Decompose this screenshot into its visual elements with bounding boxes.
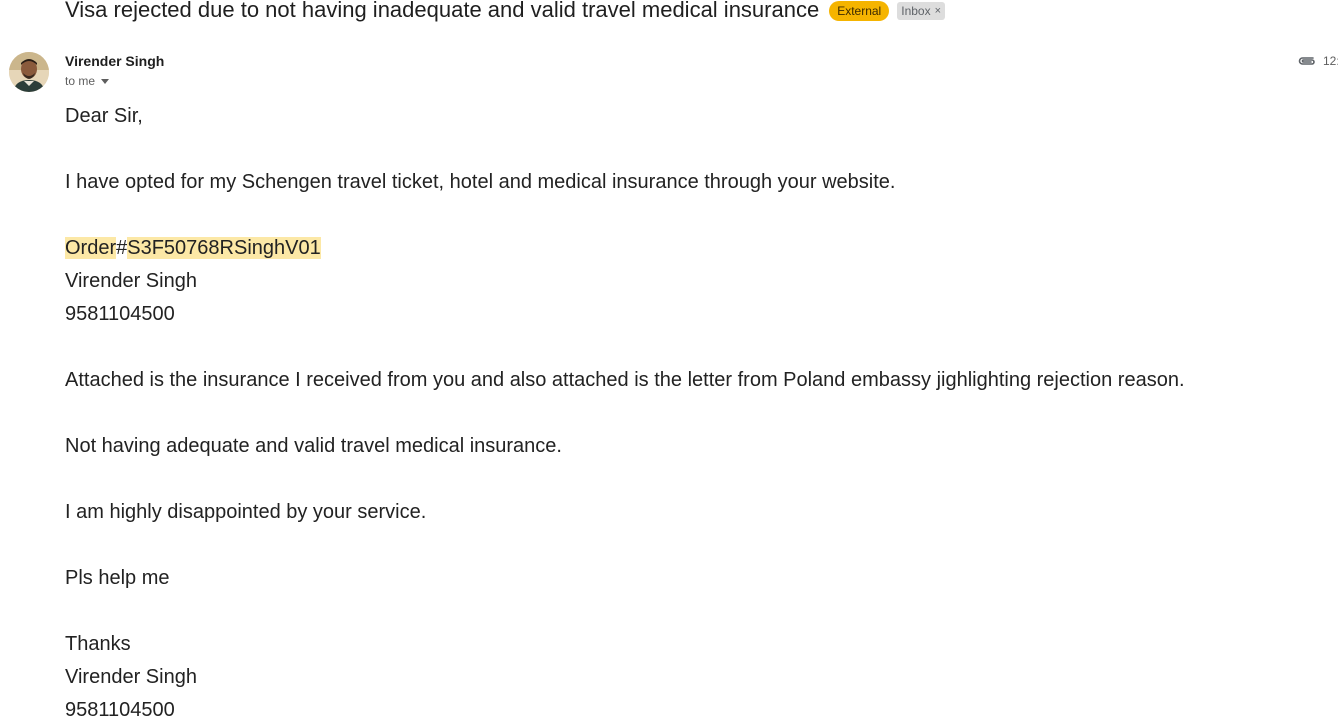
order-id-highlight: S3F50768RSinghV01 bbox=[127, 237, 321, 259]
body-greeting: Dear Sir, bbox=[65, 105, 143, 127]
signature-phone: 9581104500 bbox=[65, 699, 175, 721]
body-help: Pls help me bbox=[65, 567, 170, 589]
body-attached: Attached is the insurance I received fro… bbox=[65, 369, 1185, 391]
order-line: Order#S3F50768RSinghV01 bbox=[65, 232, 1335, 265]
email-body: Dear Sir, I have opted for my Schengen t… bbox=[65, 100, 1335, 721]
chevron-down-icon[interactable] bbox=[101, 78, 110, 84]
sender-avatar[interactable] bbox=[9, 52, 49, 92]
body-disappointed: I am highly disappointed by your service… bbox=[65, 501, 427, 523]
body-thanks: Thanks bbox=[65, 633, 131, 655]
recipient-summary[interactable]: to me bbox=[65, 74, 110, 88]
email-timestamp: 12: bbox=[1323, 54, 1338, 68]
avatar-photo-icon bbox=[9, 52, 49, 92]
body-name: Virender Singh bbox=[65, 270, 197, 292]
order-word-highlight: Order bbox=[65, 237, 117, 259]
recipient-text: to me bbox=[65, 74, 96, 88]
body-reason: Not having adequate and valid travel med… bbox=[65, 435, 562, 457]
order-hash: # bbox=[116, 237, 128, 259]
inbox-label-chip[interactable]: Inbox × bbox=[897, 2, 946, 20]
subject-row: Visa rejected due to not having inadequa… bbox=[65, 0, 946, 25]
signature-name: Virender Singh bbox=[65, 666, 197, 688]
email-view: Visa rejected due to not having inadequa… bbox=[0, 0, 1338, 721]
sender-name[interactable]: Virender Singh bbox=[65, 53, 164, 69]
paperclip-icon bbox=[1298, 57, 1315, 65]
body-intro: I have opted for my Schengen travel tick… bbox=[65, 171, 896, 193]
remove-label-icon[interactable]: × bbox=[935, 3, 941, 19]
external-label-chip: External bbox=[829, 1, 890, 21]
email-subject: Visa rejected due to not having inadequa… bbox=[65, 0, 820, 22]
inbox-label-text: Inbox bbox=[901, 4, 931, 18]
body-phone: 9581104500 bbox=[65, 303, 175, 325]
